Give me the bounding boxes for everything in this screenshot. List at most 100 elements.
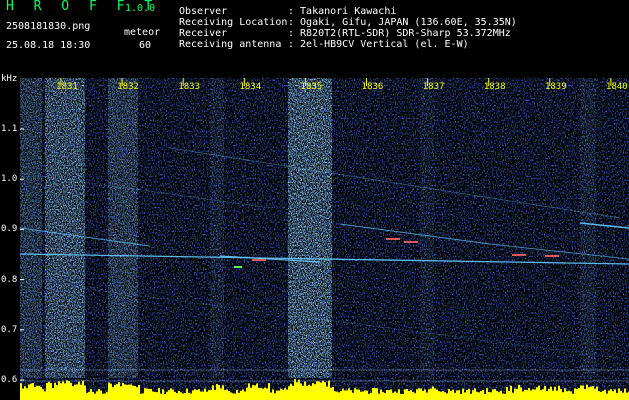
- level-bar: [88, 391, 90, 400]
- level-bar: [50, 383, 52, 400]
- level-bar: [112, 387, 114, 400]
- level-bar: [140, 393, 142, 400]
- level-bar: [242, 389, 244, 400]
- field-value-observer: : Takanori Kawachi: [288, 6, 397, 17]
- level-bar: [420, 388, 422, 400]
- level-bar: [550, 386, 552, 400]
- level-bar: [522, 391, 524, 400]
- level-bar: [508, 391, 510, 400]
- level-bar: [320, 382, 322, 400]
- level-bar: [376, 388, 378, 400]
- y-tick-label: 0.7: [1, 324, 18, 335]
- level-bar: [510, 385, 512, 400]
- level-bar: [414, 393, 416, 400]
- level-bar: [278, 390, 280, 400]
- level-bar: [336, 391, 338, 400]
- level-bar: [292, 385, 294, 400]
- level-bar: [350, 390, 352, 400]
- level-bar: [224, 390, 226, 400]
- echo-peak: [252, 259, 266, 261]
- level-bar: [366, 390, 368, 400]
- level-bar: [142, 393, 144, 400]
- level-bar: [234, 393, 236, 400]
- level-bar: [98, 388, 100, 400]
- level-bar: [378, 393, 380, 400]
- level-bar: [78, 381, 80, 400]
- x-tick-label: 1834: [239, 82, 261, 92]
- x-tick-label: 1838: [484, 82, 506, 92]
- level-bar: [388, 390, 390, 400]
- level-bar: [362, 391, 364, 400]
- level-bar: [590, 386, 592, 400]
- level-bar: [370, 392, 372, 400]
- level-bar: [342, 388, 344, 400]
- level-bar: [220, 388, 222, 400]
- level-bar: [602, 390, 604, 400]
- x-tick-label: 1832: [117, 82, 139, 92]
- level-bar: [222, 385, 224, 400]
- level-bar: [42, 389, 44, 400]
- level-bar: [194, 389, 196, 400]
- level-bar: [290, 383, 292, 400]
- level-bar: [520, 387, 522, 400]
- level-bar: [302, 385, 304, 400]
- level-bar: [48, 381, 50, 400]
- level-bar: [326, 386, 328, 400]
- level-bar: [500, 390, 502, 400]
- level-bar: [624, 388, 626, 400]
- y-tick-label: 1.0: [1, 174, 18, 185]
- level-bar: [558, 385, 560, 400]
- level-bar: [276, 390, 278, 400]
- level-bar: [450, 390, 452, 400]
- level-bar: [436, 389, 438, 400]
- y-tick-label: 0.8: [1, 274, 18, 285]
- level-bar: [128, 384, 130, 400]
- x-tick-label: 1840: [606, 82, 628, 92]
- level-bar: [298, 379, 300, 400]
- level-bar: [560, 388, 562, 400]
- level-bar: [468, 388, 470, 400]
- level-bar: [382, 392, 384, 400]
- level-bar: [594, 388, 596, 400]
- level-bar: [90, 389, 92, 400]
- level-bar: [552, 390, 554, 400]
- level-bar: [160, 393, 162, 400]
- level-bar: [586, 384, 588, 400]
- level-bar: [118, 382, 120, 400]
- level-bar: [256, 383, 258, 400]
- level-bar: [402, 393, 404, 400]
- level-bar: [426, 392, 428, 400]
- count-value: 60: [139, 40, 152, 51]
- level-bar: [574, 388, 576, 400]
- level-bar: [416, 389, 418, 400]
- level-bar: [210, 389, 212, 400]
- level-bar: [360, 391, 362, 400]
- level-bar: [340, 391, 342, 400]
- level-bar: [70, 382, 72, 400]
- level-bar: [82, 380, 84, 400]
- level-bar: [314, 384, 316, 400]
- level-bar: [76, 384, 78, 400]
- level-bar: [532, 389, 534, 400]
- level-bar: [518, 384, 520, 400]
- level-bar: [146, 388, 148, 400]
- field-value-receiver: : R820T2(RTL-SDR) SDR-Sharp 53.372MHz: [288, 28, 511, 39]
- level-bar: [258, 387, 260, 400]
- level-bar: [338, 392, 340, 400]
- level-bar: [124, 384, 126, 400]
- level-bar: [236, 389, 238, 400]
- level-bar: [208, 390, 210, 400]
- level-bar: [294, 379, 296, 400]
- level-bar: [58, 381, 60, 400]
- level-bar: [616, 393, 618, 400]
- level-bar: [506, 387, 508, 400]
- level-bar: [604, 389, 606, 400]
- level-bar: [588, 387, 590, 400]
- level-bar: [264, 387, 266, 400]
- level-bar: [74, 384, 76, 400]
- level-bar: [134, 386, 136, 400]
- count-label: meteor: [124, 27, 161, 38]
- level-bar: [244, 391, 246, 400]
- level-bar: [272, 389, 274, 400]
- level-bar: [114, 385, 116, 400]
